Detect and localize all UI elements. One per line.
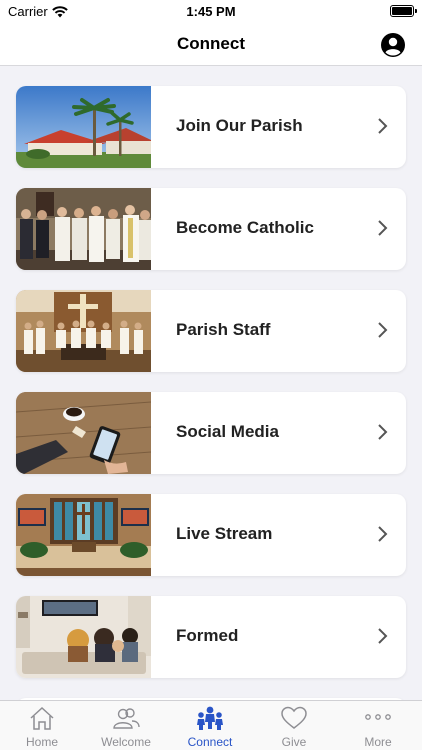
item-label: Formed (176, 626, 239, 645)
tab-bar: Home Welcome Connect Give More (0, 700, 422, 750)
status-bar: Carrier 1:45 PM (0, 0, 422, 22)
list-item-formed[interactable]: Formed (16, 596, 406, 678)
item-label: Join Our Parish (176, 116, 303, 135)
item-label: Parish Staff (176, 320, 271, 339)
battery-icon (390, 5, 417, 17)
family-tv-photo (16, 596, 151, 678)
profile-icon[interactable] (380, 32, 406, 58)
item-label: Live Stream (176, 524, 273, 543)
chevron-right-icon (378, 628, 388, 644)
phone-coffee-photo (16, 392, 151, 474)
item-label: Become Catholic (176, 218, 314, 237)
tab-home[interactable]: Home (0, 701, 84, 750)
list-item-become-catholic[interactable]: Become Catholic (16, 188, 406, 270)
tab-welcome[interactable]: Welcome (84, 701, 168, 750)
clergy-group-photo (16, 188, 151, 270)
church-exterior-photo (16, 86, 151, 168)
tab-label: Connect (187, 735, 233, 749)
status-time: 1:45 PM (186, 4, 236, 19)
list-item-social-media[interactable]: Social Media (16, 392, 406, 474)
tab-label: Welcome (101, 735, 151, 749)
item-label: Social Media (176, 422, 279, 441)
connect-list: Join Our Parish Become Catholic Parish S… (0, 66, 422, 700)
tab-label: Give (281, 735, 307, 749)
tab-give[interactable]: Give (252, 701, 336, 750)
navigation-bar: Connect (0, 22, 422, 66)
altar-photo (16, 290, 151, 372)
tab-label: More (364, 735, 392, 749)
sanctuary-photo (16, 494, 151, 576)
page-title: Connect (177, 34, 245, 53)
group-icon (197, 706, 223, 730)
chevron-right-icon (378, 118, 388, 134)
list-item-join-our-parish[interactable]: Join Our Parish (16, 86, 406, 168)
chevron-right-icon (378, 220, 388, 236)
tab-more[interactable]: More (336, 701, 420, 750)
people-icon (113, 708, 140, 729)
tab-label: Home (25, 735, 58, 749)
list-item-parish-staff[interactable]: Parish Staff (16, 290, 406, 372)
chevron-right-icon (378, 424, 388, 440)
home-icon (30, 706, 54, 730)
chevron-right-icon (378, 322, 388, 338)
ellipsis-icon (365, 714, 391, 720)
tab-connect[interactable]: Connect (168, 701, 252, 750)
chevron-right-icon (378, 526, 388, 542)
heart-icon (281, 706, 307, 729)
list-item-live-stream[interactable]: Live Stream (16, 494, 406, 576)
